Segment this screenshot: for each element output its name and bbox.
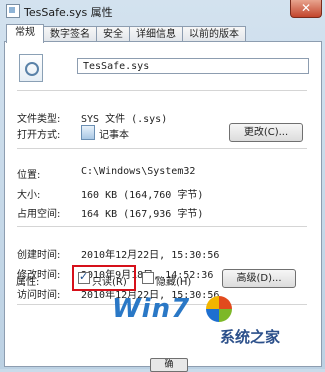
notepad-icon	[81, 125, 95, 140]
watermark-brand: Win7	[112, 294, 191, 324]
open-with-value: 记事本	[99, 130, 129, 141]
attributes-label: 属性:	[16, 277, 40, 288]
tab-general[interactable]: 常规	[6, 24, 44, 43]
file-type-value: SYS 文件 (.sys)	[81, 114, 168, 125]
windows-logo-icon	[206, 296, 232, 322]
file-icon	[6, 4, 20, 18]
file-type-icon	[19, 54, 43, 82]
watermark: Win7 系统之家	[112, 292, 312, 352]
title-bar[interactable]: TesSafe.sys 属性 ✕	[0, 0, 325, 22]
ok-button[interactable]: 确	[150, 358, 188, 372]
close-button[interactable]: ✕	[290, 0, 322, 18]
location-value: C:\Windows\System32	[81, 166, 196, 177]
open-with-label: 打开方式:	[17, 130, 61, 141]
tab-digital-signature[interactable]: 数字签名	[43, 26, 97, 42]
location-label: 位置:	[17, 170, 41, 181]
readonly-checkbox[interactable]	[78, 270, 90, 284]
readonly-label: 只读(R)	[92, 277, 127, 288]
size-label: 大小:	[17, 190, 41, 201]
file-name-field[interactable]: TesSafe.sys	[77, 58, 309, 74]
tab-previous-versions[interactable]: 以前的版本	[182, 26, 246, 42]
hidden-label: 隐藏(H)	[156, 277, 192, 288]
properties-window: TesSafe.sys 属性 ✕ 常规 数字签名 安全 详细信息 以前的版本 T…	[0, 0, 325, 372]
advanced-button[interactable]: 高级(D)...	[222, 269, 296, 288]
divider	[17, 90, 307, 91]
hidden-checkbox[interactable]	[142, 272, 154, 284]
tab-details[interactable]: 详细信息	[129, 26, 183, 42]
size-value: 160 KB (164,760 字节)	[81, 190, 204, 201]
disk-size-label: 占用空间:	[17, 209, 61, 220]
divider	[17, 148, 307, 149]
divider	[17, 226, 307, 227]
window-title: TesSafe.sys 属性	[24, 6, 113, 19]
change-button[interactable]: 更改(C)...	[229, 123, 303, 142]
disk-size-value: 164 KB (167,936 字节)	[81, 209, 204, 220]
file-type-label: 文件类型:	[17, 114, 61, 125]
watermark-site: 系统之家	[220, 328, 281, 346]
accessed-label: 访问时间:	[17, 290, 61, 301]
created-label: 创建时间:	[17, 250, 61, 261]
tab-security[interactable]: 安全	[96, 26, 130, 42]
created-value: 2010年12月22日, 15:30:56	[81, 250, 220, 261]
